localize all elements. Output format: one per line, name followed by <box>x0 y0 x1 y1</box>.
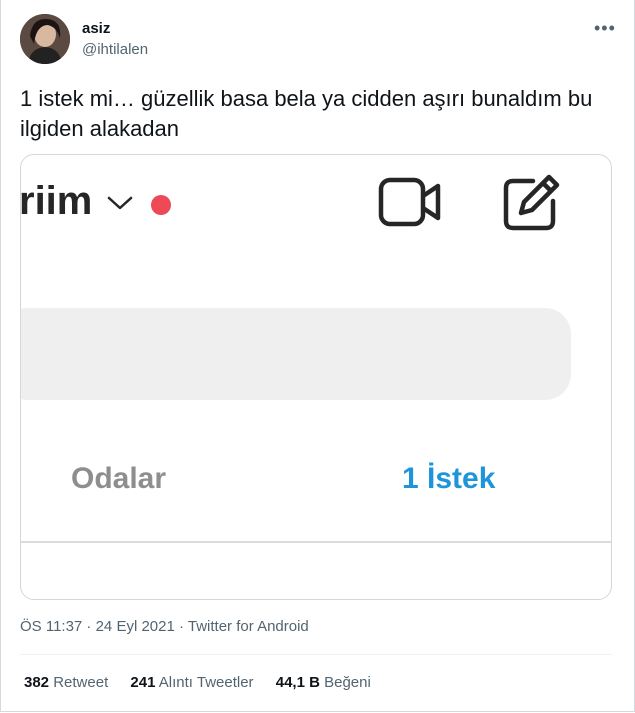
retweet-label[interactable]: Retweet <box>53 674 108 691</box>
quote-label[interactable]: Alıntı Tweetler <box>159 674 254 691</box>
screenshot-title: riim <box>20 179 93 223</box>
chevron-down-icon <box>107 196 133 210</box>
retweet-count[interactable]: 382 <box>24 674 49 691</box>
tab-divider <box>21 541 611 543</box>
author-name[interactable]: asiz <box>82 20 110 37</box>
search-box <box>21 308 571 400</box>
quote-count[interactable]: 241 <box>130 674 155 691</box>
tab-rooms: Odalar <box>71 462 167 495</box>
divider <box>20 654 612 655</box>
more-icon[interactable]: ••• <box>594 18 616 39</box>
tweet-meta[interactable]: ÖS 11:37 · 24 Eyl 2021 · Twitter for And… <box>20 618 309 635</box>
author-handle[interactable]: @ihtilalen <box>82 41 148 58</box>
edit-icon <box>503 174 560 231</box>
video-call-icon <box>378 177 441 227</box>
status-dot <box>151 195 171 215</box>
attached-screenshot[interactable]: riim Odalar 1 İstek <box>20 154 612 600</box>
like-count[interactable]: 44,1 B <box>276 674 320 691</box>
tab-requests: 1 İstek <box>402 462 496 495</box>
tweet-text: 1 istek mi… güzellik basa bela ya cidden… <box>20 86 593 141</box>
like-label[interactable]: Beğeni <box>324 674 371 691</box>
tweet-stats: 382 Retweet 241 Alıntı Tweetler 44,1 B B… <box>24 674 389 691</box>
avatar[interactable] <box>20 14 70 64</box>
